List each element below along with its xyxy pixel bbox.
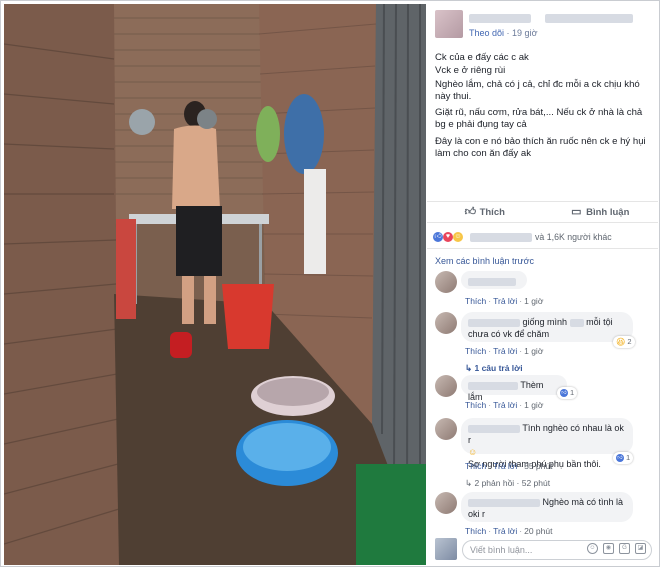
commenter-avatar[interactable] xyxy=(435,312,457,334)
comment-text: oki r xyxy=(468,509,486,519)
divider xyxy=(427,248,658,249)
comment-label: Bình luận xyxy=(586,206,630,218)
comment-reply-link[interactable]: Trả lời xyxy=(493,296,517,306)
comment-meta: Thích · Trả lời · 55 phút xyxy=(465,461,553,471)
comment-meta: Thích · Trả lời · 1 giờ xyxy=(465,400,544,410)
comment-meta: Thích · Trả lời · 1 giờ xyxy=(465,296,544,306)
badge-count: 1 xyxy=(570,388,575,397)
post-panel: Theo dõi · 19 giờ Ck của e đấy các c ak … xyxy=(427,4,658,565)
comment-time[interactable]: 55 phút xyxy=(524,461,552,471)
love-reaction-icon: ♥ xyxy=(443,232,453,242)
post-photo[interactable] xyxy=(4,4,426,565)
commenter-name-redacted[interactable] xyxy=(468,424,520,433)
sticker-icon[interactable]: ◪ xyxy=(635,543,646,554)
smile-emoji-icon: ☺ xyxy=(468,447,478,457)
comment-like-link[interactable]: Thích xyxy=(465,400,486,410)
like-reaction-icon: 👍︎ xyxy=(560,389,568,397)
screenshot-frame: Theo dõi · 19 giờ Ck của e đấy các c ak … xyxy=(0,0,660,567)
commenter-name-redacted[interactable] xyxy=(468,318,520,327)
commenter-avatar[interactable] xyxy=(435,271,457,293)
comment-time[interactable]: 1 giờ xyxy=(524,346,543,356)
emoji-icon[interactable]: ☺ xyxy=(587,543,598,554)
comment-reply-link[interactable]: Trả lời xyxy=(493,400,517,410)
comment-meta: Thích · Trả lời · 20 phút xyxy=(465,526,553,536)
commenter-avatar[interactable] xyxy=(435,418,457,440)
commenter-avatar[interactable] xyxy=(435,492,457,514)
comment-time[interactable]: 20 phút xyxy=(524,526,552,536)
follow-link[interactable]: Theo dõi xyxy=(469,28,504,38)
like-label: Thích xyxy=(479,206,505,218)
like-reaction-icon: 👍︎ xyxy=(433,232,443,242)
comment-reply-link[interactable]: Trả lời xyxy=(493,461,517,471)
camera-icon[interactable]: ◉ xyxy=(603,543,614,554)
post-line: Đây là con e nó bảo thích ăn ruốc nên ck… xyxy=(435,135,646,160)
post-line: Ck của e đấy các c ak xyxy=(435,52,529,63)
like-reaction-icon: 👍︎ xyxy=(616,454,624,462)
commenter-avatar[interactable] xyxy=(435,375,457,397)
commenter-name-redacted[interactable] xyxy=(468,381,518,390)
reaction-summary[interactable]: 👍︎ ♥ ☺ và 1,6K người khác xyxy=(433,230,652,244)
comment-time[interactable]: 1 giờ xyxy=(524,400,543,410)
comment-text: Nghèo mà có tình là xyxy=(542,497,624,507)
comment-time[interactable]: 1 giờ xyxy=(524,296,543,306)
view-replies-link[interactable]: ↳ 2 phản hồi · 52 phút xyxy=(465,478,550,489)
replies-label: 2 phản hồi · 52 phút xyxy=(474,478,551,488)
comment-like-link[interactable]: Thích xyxy=(465,461,486,471)
group-name-redacted[interactable] xyxy=(545,14,633,23)
author-avatar[interactable] xyxy=(435,10,463,38)
redacted-word xyxy=(569,318,584,327)
commenter-name-redacted[interactable] xyxy=(468,498,540,507)
post-actions: 👍︎ Thích ▭ Bình luận xyxy=(427,201,658,223)
comment-reaction-badge[interactable]: 😆︎ 2 xyxy=(613,336,635,348)
reaction-count: và 1,6K người khác xyxy=(535,232,612,242)
post-body: Ck của e đấy các c ak Vck e ở riêng rùi … xyxy=(435,52,652,164)
post-header: Theo dõi · 19 giờ xyxy=(435,10,652,42)
author-name-redacted[interactable] xyxy=(469,14,531,23)
comment-bubble: Thèm lắm xyxy=(461,375,567,402)
badge-count: 1 xyxy=(626,453,631,462)
haha-reaction-icon: ☺ xyxy=(453,232,463,242)
comment-like-link[interactable]: Thích xyxy=(465,526,486,536)
view-replies-link[interactable]: ↳ 1 câu trả lời xyxy=(465,363,523,374)
comment-bubble: giống mình mỗi tội chưa có vk để chăm xyxy=(461,312,633,342)
comment-reaction-badge[interactable]: 👍︎ 1 xyxy=(613,452,634,464)
comment-like-link[interactable]: Thích xyxy=(465,296,486,306)
viewer-avatar xyxy=(435,538,457,560)
comment-text: giống mình xyxy=(522,317,568,327)
post-line: Nghèo lắm, chả có j cả, chỉ đc mỗi a ck … xyxy=(435,78,640,102)
replies-label: 1 câu trả lời xyxy=(474,363,523,373)
comment-meta: Thích · Trả lời · 1 giờ xyxy=(465,346,544,356)
post-line: Giặt rũ, nấu cơm, rửa bát,... Nếu ck ở n… xyxy=(435,107,643,131)
comment-reply-link[interactable]: Trả lời xyxy=(493,346,517,356)
comment-reply-link[interactable]: Trả lời xyxy=(493,526,517,536)
comment-like-link[interactable]: Thích xyxy=(465,346,486,356)
photo-illustration xyxy=(4,4,426,565)
like-button[interactable]: 👍︎ Thích xyxy=(427,202,543,222)
badge-count: 2 xyxy=(627,337,632,346)
gif-icon[interactable]: G xyxy=(619,543,630,554)
post-time[interactable]: 19 giờ xyxy=(512,28,537,38)
post-line: Vck e ở riêng rùi xyxy=(435,65,506,77)
composer-icons: ☺ ◉ G ◪ xyxy=(587,543,646,554)
comment-icon: ▭ xyxy=(571,205,582,218)
comment-button[interactable]: ▭ Bình luận xyxy=(543,202,659,222)
comment-input-placeholder: Viết bình luận... xyxy=(470,545,533,555)
comment-bubble: Nghèo mà có tình là oki r xyxy=(461,492,633,522)
follow-row: Theo dõi · 19 giờ xyxy=(469,28,537,38)
view-previous-comments[interactable]: Xem các bình luận trước xyxy=(435,256,534,266)
like-icon: 👍︎ xyxy=(464,205,477,218)
comment-text-redacted xyxy=(468,277,516,286)
comment-reaction-badge[interactable]: 👍︎ 1 xyxy=(557,387,578,399)
comment-bubble: Tình nghèo có nhau là ok r ☺ Sợ người th… xyxy=(461,418,633,469)
comment-bubble xyxy=(461,271,527,289)
haha-icon: 😆︎ xyxy=(616,337,626,347)
comment-composer: Viết bình luận... ☺ ◉ G ◪ xyxy=(435,538,652,560)
reactor-names-redacted xyxy=(470,232,532,242)
